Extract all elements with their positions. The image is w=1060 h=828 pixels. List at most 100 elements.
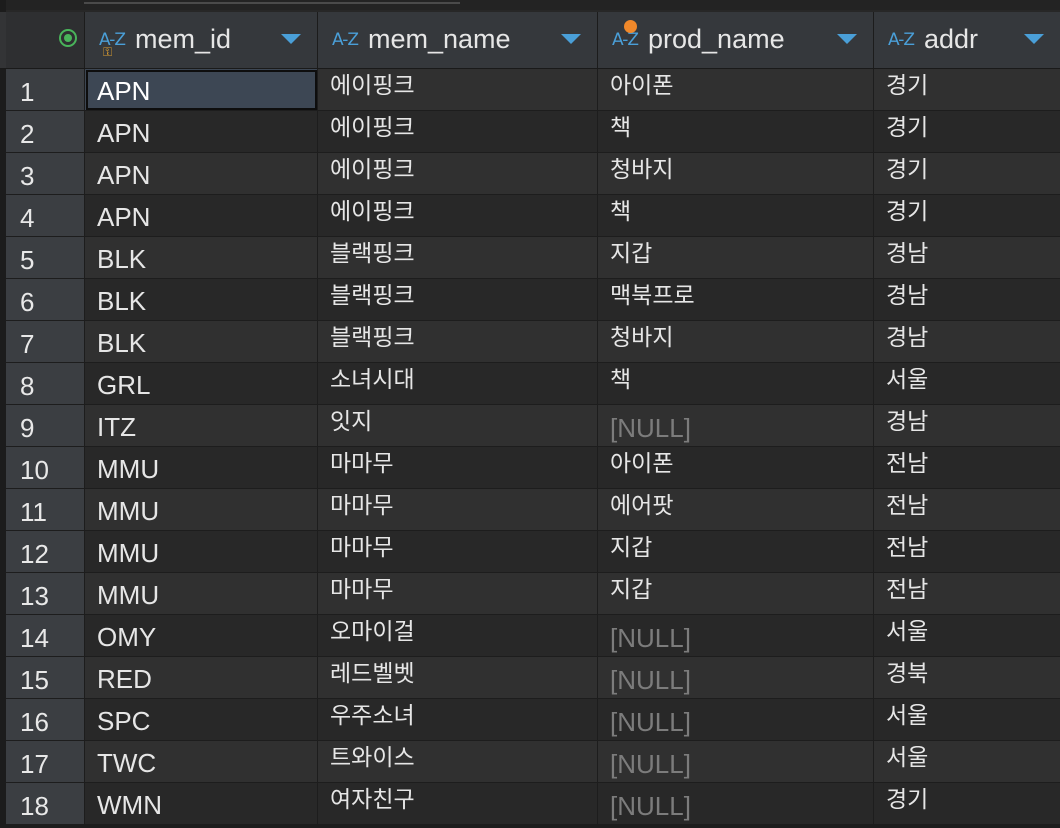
cell-addr[interactable]: 서울 [874,741,1060,783]
cell-prod-name[interactable]: 청바지 [598,321,874,363]
cell-mem-name[interactable]: 잇지 [318,405,598,447]
cell-addr[interactable]: 서울 [874,363,1060,405]
sort-arrow-icon[interactable] [837,34,857,44]
cell-mem-name[interactable]: 소녀시대 [318,363,598,405]
cell-mem-id[interactable]: BLK [85,321,318,363]
cell-addr[interactable]: 전남 [874,447,1060,489]
cell-mem-id[interactable]: WMN [85,783,318,825]
cell-mem-id[interactable]: MMU [85,489,318,531]
row-number[interactable]: 18 [6,783,85,825]
cell-mem-name[interactable]: 레드벨벳 [318,657,598,699]
column-header-prod-name[interactable]: A-Z prod_name [598,12,874,68]
table-row[interactable]: 5 BLK 블랙핑크 지갑 경남 [0,237,1060,279]
cell-addr[interactable]: 전남 [874,573,1060,615]
cell-mem-id[interactable]: TWC [85,741,318,783]
row-number[interactable]: 6 [6,279,85,321]
cell-addr[interactable]: 전남 [874,531,1060,573]
cell-prod-name[interactable]: 아이폰 [598,447,874,489]
cell-prod-name[interactable]: 책 [598,111,874,153]
cell-mem-name[interactable]: 블랙핑크 [318,279,598,321]
cell-prod-name[interactable]: [NULL] [598,783,874,825]
cell-addr[interactable]: 경기 [874,111,1060,153]
cell-prod-name[interactable]: [NULL] [598,657,874,699]
table-row[interactable]: 7 BLK 블랙핑크 청바지 경남 [0,321,1060,363]
row-number[interactable]: 13 [6,573,85,615]
row-number[interactable]: 1 [6,69,85,111]
table-row[interactable]: 13 MMU 마마무 지갑 전남 [0,573,1060,615]
cell-mem-name[interactable]: 에이핑크 [318,111,598,153]
table-row[interactable]: 16 SPC 우주소녀 [NULL] 서울 [0,699,1060,741]
cell-prod-name[interactable]: [NULL] [598,405,874,447]
cell-mem-id[interactable]: OMY [85,615,318,657]
cell-prod-name[interactable]: 책 [598,363,874,405]
cell-mem-name[interactable]: 블랙핑크 [318,321,598,363]
cell-mem-id[interactable]: APN [85,111,318,153]
row-number[interactable]: 8 [6,363,85,405]
cell-prod-name[interactable]: [NULL] [598,741,874,783]
table-row[interactable]: 2 APN 에이핑크 책 경기 [0,111,1060,153]
row-number-header[interactable] [6,12,85,68]
row-number[interactable]: 15 [6,657,85,699]
cell-prod-name[interactable]: 맥북프로 [598,279,874,321]
cell-mem-name[interactable]: 여자친구 [318,783,598,825]
row-number[interactable]: 2 [6,111,85,153]
cell-mem-name[interactable]: 트와이스 [318,741,598,783]
cell-addr[interactable]: 서울 [874,699,1060,741]
cell-mem-name[interactable]: 마마무 [318,447,598,489]
table-row[interactable]: 17 TWC 트와이스 [NULL] 서울 [0,741,1060,783]
table-row[interactable]: 3 APN 에이핑크 청바지 경기 [0,153,1060,195]
cell-addr[interactable]: 서울 [874,615,1060,657]
cell-prod-name[interactable]: 청바지 [598,153,874,195]
cell-mem-name[interactable]: 마마무 [318,531,598,573]
cell-addr[interactable]: 경기 [874,783,1060,825]
sort-arrow-icon[interactable] [1024,34,1044,44]
cell-mem-name[interactable]: 블랙핑크 [318,237,598,279]
cell-mem-id[interactable]: ITZ [85,405,318,447]
table-row[interactable]: 6 BLK 블랙핑크 맥북프로 경남 [0,279,1060,321]
table-row[interactable]: 12 MMU 마마무 지갑 전남 [0,531,1060,573]
table-row[interactable]: 8 GRL 소녀시대 책 서울 [0,363,1060,405]
record-mode-icon[interactable] [59,29,77,47]
cell-mem-name[interactable]: 에이핑크 [318,69,598,111]
row-number[interactable]: 10 [6,447,85,489]
column-header-addr[interactable]: A-Z addr [874,12,1060,68]
column-header-mem-id[interactable]: A-Z ⚿ mem_id [85,12,318,68]
cell-mem-id[interactable]: MMU [85,573,318,615]
cell-addr[interactable]: 경북 [874,657,1060,699]
table-row[interactable]: 9 ITZ 잇지 [NULL] 경남 [0,405,1060,447]
cell-mem-id[interactable]: SPC [85,699,318,741]
cell-mem-name[interactable]: 에이핑크 [318,153,598,195]
table-row[interactable]: 10 MMU 마마무 아이폰 전남 [0,447,1060,489]
cell-mem-id[interactable]: MMU [85,531,318,573]
row-number[interactable]: 3 [6,153,85,195]
row-number[interactable]: 12 [6,531,85,573]
table-row[interactable]: 18 WMN 여자친구 [NULL] 경기 [0,783,1060,825]
sort-arrow-icon[interactable] [281,34,301,44]
table-row[interactable]: 4 APN 에이핑크 책 경기 [0,195,1060,237]
cell-addr[interactable]: 경기 [874,195,1060,237]
table-row[interactable]: 15 RED 레드벨벳 [NULL] 경북 [0,657,1060,699]
cell-mem-name[interactable]: 우주소녀 [318,699,598,741]
sort-arrow-icon[interactable] [561,34,581,44]
cell-prod-name[interactable]: [NULL] [598,699,874,741]
row-number[interactable]: 5 [6,237,85,279]
cell-mem-name[interactable]: 오마이걸 [318,615,598,657]
cell-mem-name[interactable]: 에이핑크 [318,195,598,237]
cell-mem-name[interactable]: 마마무 [318,489,598,531]
cell-prod-name[interactable]: 책 [598,195,874,237]
row-number[interactable]: 14 [6,615,85,657]
cell-mem-name[interactable]: 마마무 [318,573,598,615]
cell-addr[interactable]: 경남 [874,321,1060,363]
row-number[interactable]: 7 [6,321,85,363]
cell-mem-id[interactable]: APN [85,195,318,237]
cell-addr[interactable]: 전남 [874,489,1060,531]
table-row[interactable]: 11 MMU 마마무 에어팟 전남 [0,489,1060,531]
cell-addr[interactable]: 경기 [874,69,1060,111]
cell-mem-id[interactable]: BLK [85,279,318,321]
cell-addr[interactable]: 경남 [874,405,1060,447]
cell-mem-id[interactable]: MMU [85,447,318,489]
cell-addr[interactable]: 경남 [874,279,1060,321]
cell-prod-name[interactable]: 에어팟 [598,489,874,531]
table-row[interactable]: 14 OMY 오마이걸 [NULL] 서울 [0,615,1060,657]
cell-mem-id[interactable]: BLK [85,237,318,279]
